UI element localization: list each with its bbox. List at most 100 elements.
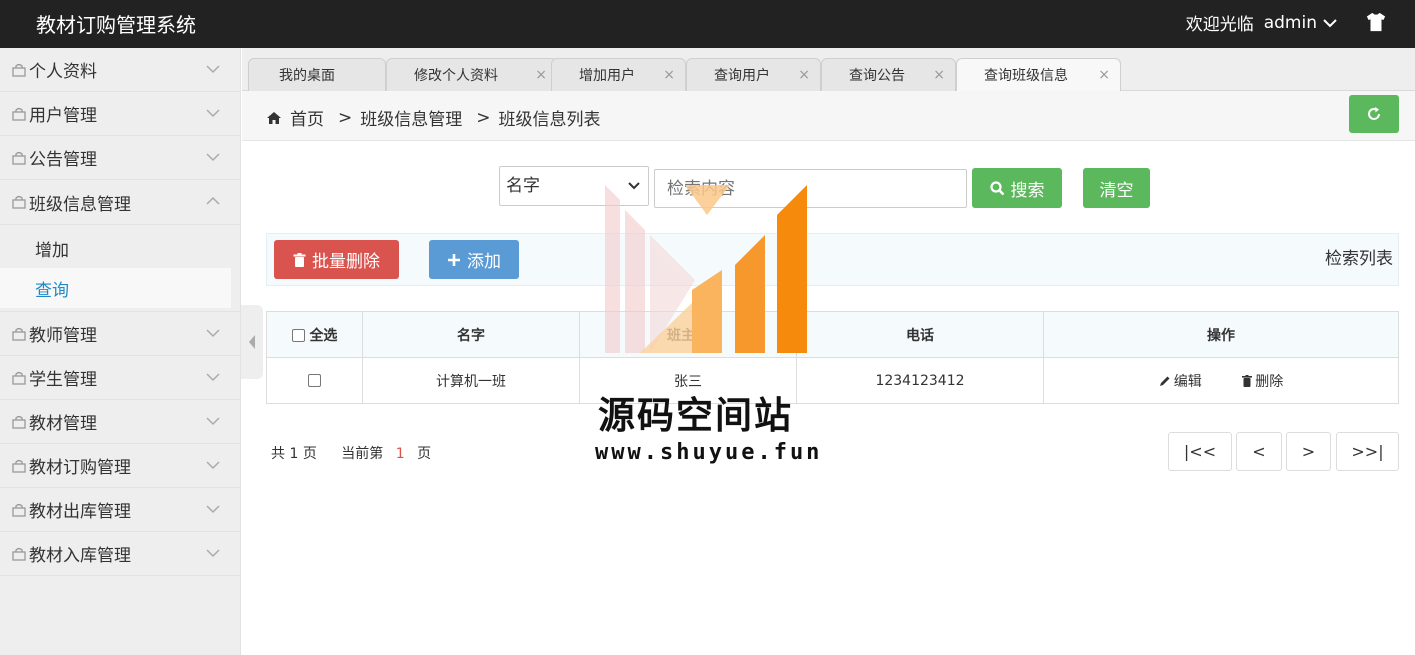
watermark-title: 源码空间站	[598, 394, 793, 437]
sidebar-item-teachers[interactable]: 教师管理	[0, 312, 240, 356]
username: admin	[1263, 12, 1317, 33]
chevron-down-icon	[206, 153, 220, 162]
tab-label: 修改个人资料	[414, 68, 498, 84]
sidebar-item-classes[interactable]: 班级信息管理	[0, 180, 240, 224]
tab-edit-profile[interactable]: 修改个人资料 ×	[386, 58, 558, 91]
sidebar-item-label: 教材入库管理	[29, 546, 131, 566]
trash-icon	[1242, 374, 1253, 387]
chevron-down-icon	[206, 109, 220, 118]
row-checkbox[interactable]	[308, 374, 321, 387]
search-button[interactable]: 搜索	[972, 168, 1062, 208]
search-input[interactable]	[654, 169, 967, 208]
tab-desktop[interactable]: 我的桌面	[248, 58, 386, 91]
delete-label: 删除	[1255, 373, 1284, 390]
bag-icon	[12, 503, 26, 517]
next-page-button[interactable]: >	[1286, 432, 1331, 471]
batch-delete-label: 批量删除	[312, 252, 380, 272]
pager-total-prefix: 共	[271, 446, 285, 462]
breadcrumb-level1[interactable]: 班级信息管理	[360, 105, 462, 130]
last-page-button[interactable]: >>|	[1336, 432, 1399, 471]
sidebar-item-outbound[interactable]: 教材出库管理	[0, 488, 240, 532]
table-header-row: 全选 名字 班主任 电话 操作	[266, 311, 1399, 358]
select-all-label: 全选	[309, 327, 338, 344]
refresh-button[interactable]	[1349, 95, 1399, 133]
bag-icon	[12, 195, 26, 209]
tab-add-user[interactable]: 增加用户 ×	[551, 58, 686, 91]
bag-icon	[12, 107, 26, 121]
breadcrumb: 首页 > 班级信息管理 > 班级信息列表	[266, 105, 601, 130]
chevron-down-icon	[206, 417, 220, 426]
sidebar-item-label: 用户管理	[29, 106, 97, 126]
header-teacher: 班主任	[579, 311, 797, 358]
tab-query-notice[interactable]: 查询公告 ×	[821, 58, 956, 91]
close-icon[interactable]: ×	[798, 67, 810, 83]
delete-link[interactable]: 删除	[1242, 371, 1283, 391]
close-icon[interactable]: ×	[933, 67, 945, 83]
sidebar-item-textbooks[interactable]: 教材管理	[0, 400, 240, 444]
plus-icon	[448, 253, 460, 266]
sidebar-item-users[interactable]: 用户管理	[0, 92, 240, 136]
select-all-checkbox[interactable]	[291, 329, 305, 342]
bag-icon	[12, 327, 26, 341]
chevron-down-icon	[206, 549, 220, 558]
class-table: 全选 名字 班主任 电话 操作 计算机一班 张三 1234123412 编辑 删…	[266, 311, 1399, 404]
table-row: 计算机一班 张三 1234123412 编辑 删除	[266, 357, 1399, 404]
search-field-select[interactable]: 名字	[499, 166, 649, 206]
search-field-value: 名字	[506, 176, 540, 196]
add-button[interactable]: 添加	[429, 240, 519, 279]
tab-label: 查询公告	[849, 68, 905, 84]
sidebar-item-label: 教材出库管理	[29, 502, 131, 522]
prev-page-button[interactable]: <	[1236, 432, 1282, 471]
sidebar-item-inbound[interactable]: 教材入库管理	[0, 532, 240, 576]
sidebar-item-profile[interactable]: 个人资料	[0, 48, 240, 92]
close-icon[interactable]: ×	[663, 67, 675, 83]
edit-link[interactable]: 编辑	[1159, 371, 1202, 391]
bag-icon	[12, 459, 26, 473]
chevron-down-icon	[206, 65, 220, 74]
tab-query-class[interactable]: 查询班级信息 ×	[956, 58, 1121, 91]
clear-button-label: 清空	[1099, 180, 1134, 201]
theme-shirt-icon[interactable]	[1365, 11, 1387, 33]
clear-button[interactable]: 清空	[1083, 168, 1150, 208]
search-button-label: 搜索	[1010, 180, 1045, 201]
add-button-label: 添加	[467, 252, 501, 272]
chevron-down-icon	[206, 373, 220, 382]
first-page-button[interactable]: |<<	[1168, 432, 1232, 471]
breadcrumb-home[interactable]: 首页	[290, 105, 324, 130]
welcome-text: 欢迎光临	[1185, 15, 1254, 35]
pencil-icon	[1159, 376, 1170, 386]
user-welcome: 欢迎光临 admin	[1186, 10, 1337, 35]
close-icon[interactable]: ×	[535, 67, 547, 83]
bag-icon	[12, 415, 26, 429]
watermark-url: www.shuyue.fun	[595, 440, 823, 465]
sidebar-item-label: 教材管理	[29, 414, 97, 434]
app-title: 教材订购管理系统	[36, 13, 196, 37]
sidebar-item-students[interactable]: 学生管理	[0, 356, 240, 400]
top-bar: 教材订购管理系统 欢迎光临 admin	[0, 0, 1415, 48]
refresh-icon	[1368, 107, 1380, 120]
sidebar-subitem-add[interactable]: 增加	[0, 228, 240, 268]
chevron-up-icon	[206, 196, 220, 205]
tab-label: 我的桌面	[279, 68, 335, 84]
cell-operations: 编辑 删除	[1043, 357, 1399, 404]
batch-delete-button[interactable]: 批量删除	[274, 240, 399, 279]
sidebar-item-notices[interactable]: 公告管理	[0, 136, 240, 180]
search-icon	[989, 180, 1004, 195]
sidebar-item-label: 班级信息管理	[29, 194, 131, 215]
pager-unit: 页	[302, 446, 317, 462]
sidebar-submenu: 增加 查询	[0, 224, 240, 312]
user-menu[interactable]: admin	[1264, 13, 1337, 33]
breadcrumb-separator: >	[476, 107, 491, 128]
pager-total: 1	[289, 446, 299, 462]
pager-info: 共 1 页 当前第 1 页	[271, 443, 431, 463]
home-icon	[267, 111, 281, 124]
sidebar-subitem-query[interactable]: 查询	[0, 268, 231, 308]
tab-label: 查询用户	[714, 68, 770, 84]
tab-query-user[interactable]: 查询用户 ×	[686, 58, 821, 91]
close-icon[interactable]: ×	[1098, 67, 1110, 83]
sidebar-item-orders[interactable]: 教材订购管理	[0, 444, 240, 488]
tab-label: 增加用户	[579, 68, 635, 84]
sidebar-collapse-handle[interactable]	[241, 305, 263, 379]
sidebar-item-label: 个人资料	[29, 62, 97, 82]
trash-icon	[293, 252, 306, 267]
